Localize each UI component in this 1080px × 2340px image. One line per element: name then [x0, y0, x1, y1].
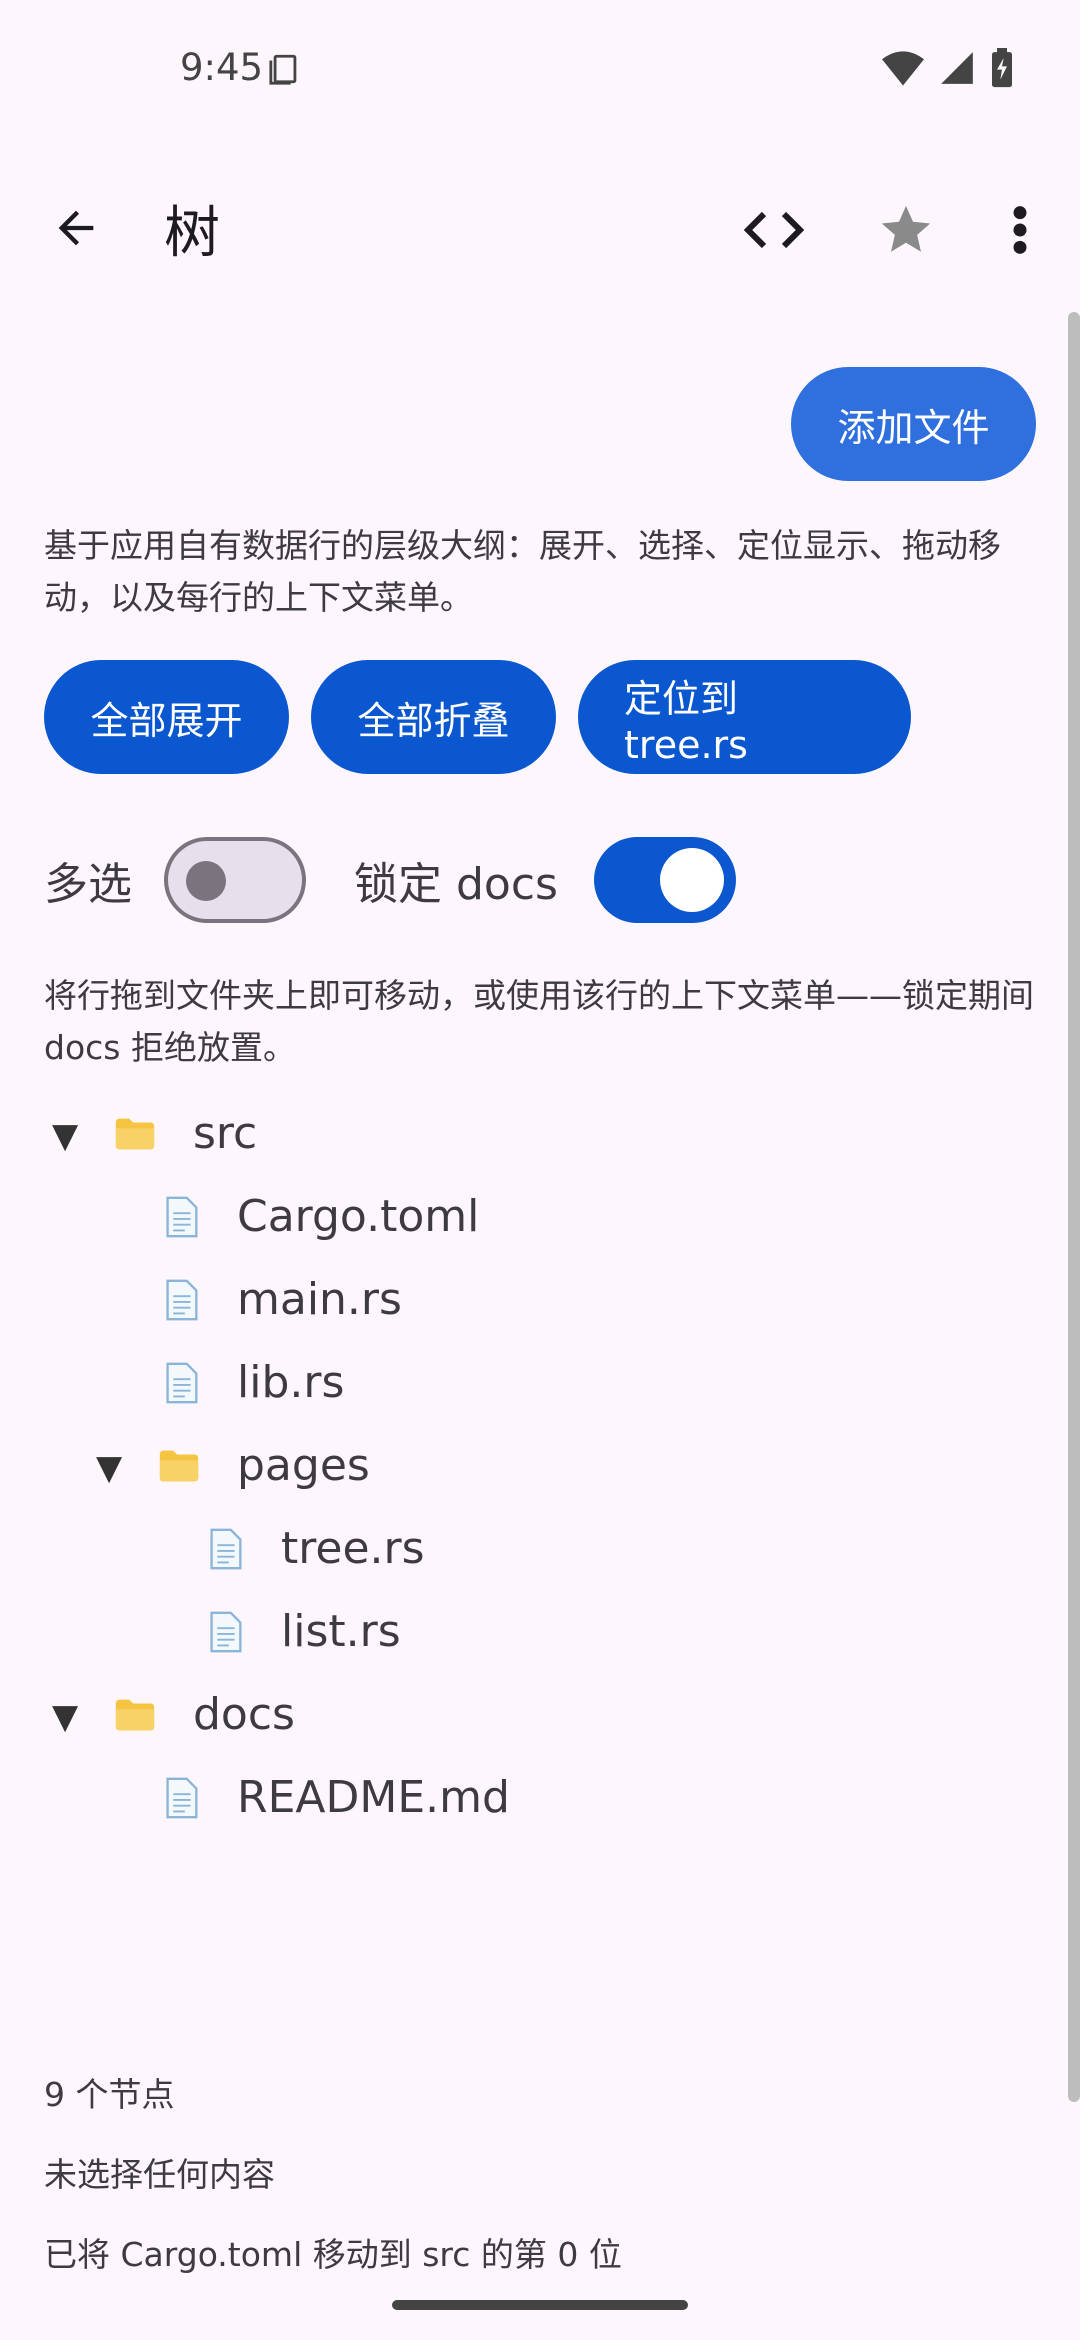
- tree-node-label: Cargo.toml: [237, 1191, 480, 1242]
- tree-node-label: README.md: [237, 1772, 510, 1823]
- description-text: 基于应用自有数据行的层级大纲：展开、选择、定位显示、拖动移动，以及每行的上下文菜…: [44, 526, 1001, 617]
- expand-chevron-icon[interactable]: ▼: [52, 1116, 78, 1156]
- screen: 9:45 树 添加文件 基于应用自有数据行的层级大纲：展开、选择、定位显示、拖动…: [0, 0, 1080, 2340]
- scrollbar[interactable]: [1068, 312, 1080, 2102]
- tree-row[interactable]: list.rs: [0, 1592, 1060, 1675]
- lock-docs-label: 锁定 docs: [354, 859, 558, 910]
- expand-chevron-icon[interactable]: ▼: [52, 1697, 78, 1737]
- arrow-left-icon: [58, 210, 94, 246]
- tree-node-label: list.rs: [281, 1606, 401, 1657]
- status-bar: 9:45: [0, 0, 1080, 140]
- expand-chevron-icon[interactable]: ▼: [96, 1448, 122, 1488]
- file-icon: [166, 1362, 198, 1404]
- tree-node-label: src: [193, 1108, 258, 1159]
- tree-row[interactable]: lib.rs: [0, 1343, 1060, 1426]
- multi-select-switch[interactable]: [164, 837, 306, 923]
- file-tree: ▼ src Cargo.toml main.rs lib.rs ▼ pages …: [0, 1094, 1060, 1841]
- file-icon: [166, 1279, 198, 1321]
- tree-node-label: docs: [193, 1689, 295, 1740]
- node-count-text: 9 个节点: [44, 2075, 175, 2114]
- code-button[interactable]: [726, 182, 822, 278]
- favorite-button[interactable]: [858, 182, 954, 278]
- tree-node-label: pages: [237, 1440, 370, 1491]
- collapse-all-button[interactable]: 全部折叠: [311, 660, 556, 774]
- folder-icon: [115, 1118, 155, 1150]
- tree-node-label: lib.rs: [237, 1357, 345, 1408]
- tree-row[interactable]: main.rs: [0, 1260, 1060, 1343]
- file-icon: [166, 1777, 198, 1819]
- expand-all-button[interactable]: 全部展开: [44, 660, 289, 774]
- file-icon: [210, 1528, 242, 1570]
- multi-select-label: 多选: [44, 859, 132, 910]
- signal-icon: [941, 52, 973, 84]
- tree-actions: 全部展开 全部折叠 定位到 tree.rs: [44, 660, 911, 774]
- reveal-tree-rs-button[interactable]: 定位到 tree.rs: [578, 660, 911, 774]
- tree-row[interactable]: tree.rs: [0, 1509, 1060, 1592]
- switch-knob: [186, 861, 226, 901]
- status-time: 9:45: [180, 46, 264, 89]
- last-move-status-text: 已将 Cargo.toml 移动到 src 的第 0 位: [44, 2235, 622, 2274]
- back-button[interactable]: [28, 180, 124, 276]
- more-vertical-icon: [1013, 206, 1027, 254]
- tree-row[interactable]: README.md: [0, 1758, 1060, 1841]
- screenshot-icon: [269, 54, 297, 85]
- battery-charging-icon: [992, 48, 1012, 88]
- selection-status-text: 未选择任何内容: [44, 2155, 275, 2194]
- tree-row[interactable]: Cargo.toml: [0, 1177, 1060, 1260]
- folder-icon: [159, 1450, 199, 1482]
- tree-row[interactable]: ▼ pages: [0, 1426, 1060, 1509]
- home-indicator[interactable]: [392, 2300, 688, 2310]
- page-title: 树: [164, 201, 220, 266]
- status-icons: [882, 48, 1014, 88]
- top-app-bar: 树: [0, 170, 1080, 280]
- file-icon: [166, 1196, 198, 1238]
- tree-row[interactable]: ▼ src: [0, 1094, 1060, 1177]
- code-brackets-icon: [744, 211, 804, 249]
- lock-docs-switch[interactable]: [593, 837, 736, 923]
- folder-icon: [115, 1699, 155, 1731]
- switch-knob: [659, 848, 724, 912]
- wifi-icon: [882, 51, 924, 86]
- add-file-button[interactable]: 添加文件: [791, 367, 1036, 481]
- toggle-row: 多选 锁定 docs: [44, 835, 736, 925]
- tree-node-label: tree.rs: [281, 1523, 425, 1574]
- more-options-button[interactable]: [972, 182, 1068, 278]
- tree-node-label: main.rs: [237, 1274, 402, 1325]
- star-icon: [881, 205, 931, 252]
- drag-hint-text: 将行拖到文件夹上即可移动，或使用该行的上下文菜单——锁定期间 docs 拒绝放置…: [44, 976, 1034, 1067]
- tree-row[interactable]: ▼ docs: [0, 1675, 1060, 1758]
- file-icon: [210, 1611, 242, 1653]
